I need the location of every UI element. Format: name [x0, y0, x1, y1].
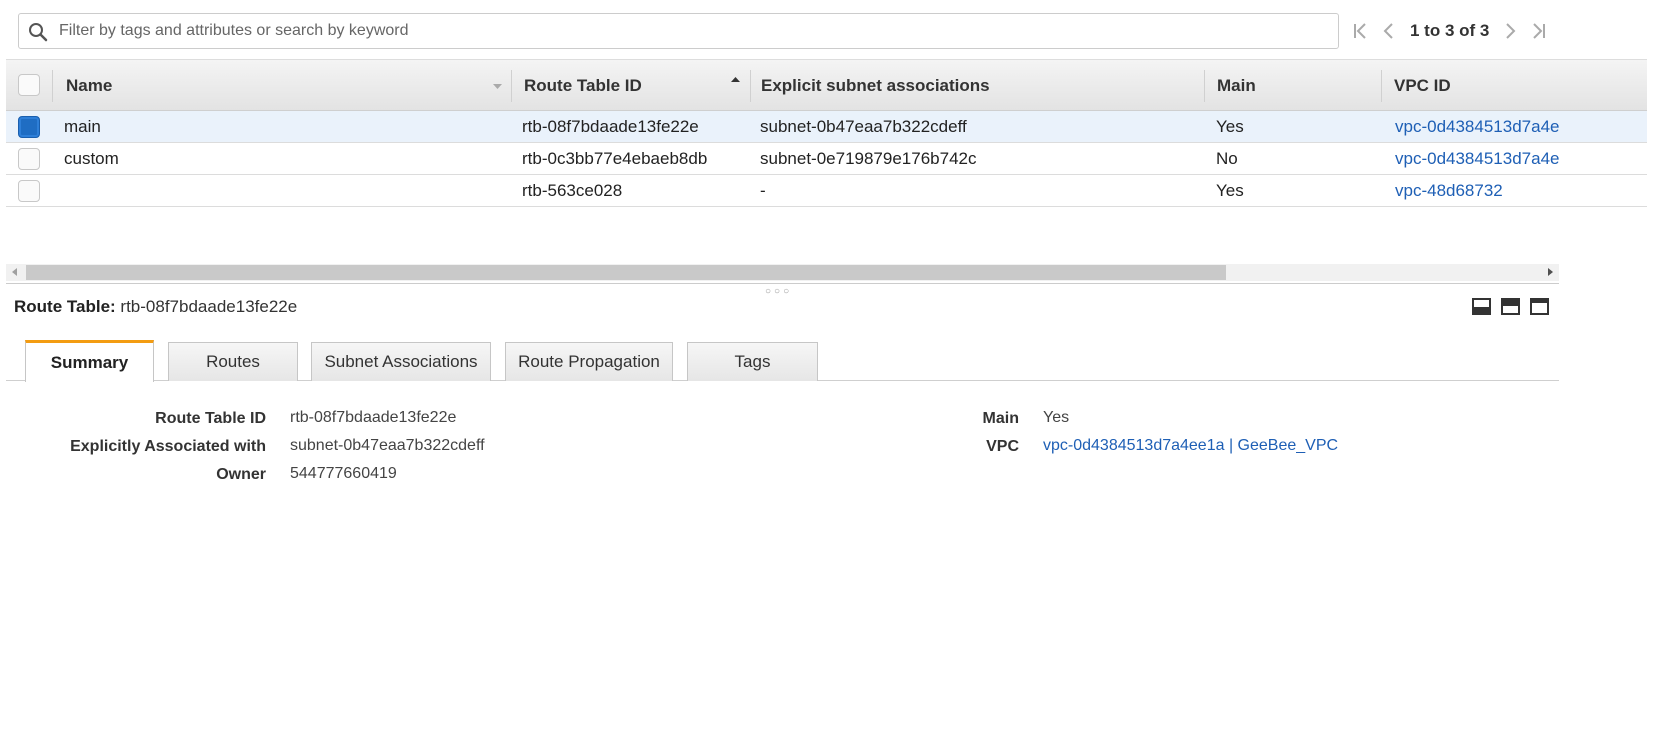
table-row[interactable]: main rtb-08f7bdaade13fe22e subnet-0b47ea…: [6, 111, 1647, 143]
tab-routes[interactable]: Routes: [168, 342, 298, 381]
summary-key: Explicitly Associated with: [70, 438, 266, 455]
cell-name: main: [64, 117, 101, 136]
search-box[interactable]: [18, 13, 1339, 49]
scroll-right-icon[interactable]: [1548, 268, 1553, 276]
column-header-vpc-id[interactable]: VPC ID: [1394, 60, 1451, 112]
search-input[interactable]: [59, 14, 1329, 48]
details-title-label: Route Table:: [14, 297, 116, 316]
prev-page-icon: [1383, 23, 1393, 39]
first-page-icon: [1354, 23, 1366, 39]
summary-vpc-link[interactable]: vpc-0d4384513d7a4ee1a | GeeBee_VPC: [1043, 437, 1338, 455]
last-page-button[interactable]: [1525, 17, 1553, 45]
last-page-icon: [1533, 23, 1546, 39]
summary-key: Owner: [216, 466, 266, 483]
row-checkbox[interactable]: [18, 116, 40, 138]
cell-vpc-id-link[interactable]: vpc-0d4384513d7a4ee1a: [1395, 143, 1559, 174]
next-page-button[interactable]: [1497, 17, 1525, 45]
cell-vpc-id-link[interactable]: vpc-48d68732: [1395, 175, 1503, 206]
cell-main: Yes: [1216, 117, 1244, 136]
cell-subnet-associations: subnet-0b47eaa7b322cdeff: [760, 117, 967, 136]
select-all-checkbox[interactable]: [18, 74, 40, 96]
tab-summary[interactable]: Summary: [25, 340, 154, 382]
cell-route-table-id: rtb-563ce028: [522, 181, 623, 200]
cell-main: Yes: [1216, 181, 1244, 200]
sort-desc-icon[interactable]: [493, 84, 502, 89]
cell-route-table-id: rtb-0c3bb77e4ebaeb8db: [522, 149, 708, 168]
summary-key: VPC: [986, 438, 1019, 455]
cell-subnet-associations: subnet-0e719879e176b742c: [760, 149, 977, 168]
cell-vpc-id-link[interactable]: vpc-0d4384513d7a4ee1a: [1395, 111, 1559, 142]
cell-route-table-id: rtb-08f7bdaade13fe22e: [522, 117, 699, 136]
tab-route-propagation[interactable]: Route Propagation: [505, 342, 673, 381]
prev-page-button[interactable]: [1374, 17, 1402, 45]
scrollbar-thumb[interactable]: [26, 265, 1226, 280]
details-tabs: Summary Routes Subnet Associations Route…: [6, 340, 1559, 382]
summary-value: subnet-0b47eaa7b322cdeff: [290, 437, 485, 454]
first-page-button[interactable]: [1346, 17, 1374, 45]
column-header-name[interactable]: Name: [66, 60, 112, 112]
cell-name: custom: [64, 149, 119, 168]
next-page-icon: [1506, 23, 1516, 39]
layout-bottom-icon[interactable]: [1472, 298, 1491, 315]
layout-split-icon[interactable]: [1501, 298, 1520, 315]
summary-value: 544777660419: [290, 465, 397, 482]
table-row[interactable]: rtb-563ce028 - Yes vpc-48d68732: [6, 175, 1647, 207]
table-toolbar: 1 to 3 of 3: [6, 8, 1647, 58]
table-header: Name Route Table ID Explicit subnet asso…: [6, 59, 1647, 111]
search-icon: [29, 23, 48, 42]
summary-key: Route Table ID: [155, 410, 266, 427]
route-tables-table: Name Route Table ID Explicit subnet asso…: [6, 59, 1647, 207]
sort-asc-icon[interactable]: [731, 77, 740, 82]
summary-value: Yes: [1043, 409, 1070, 426]
resize-grip-icon[interactable]: ○○○: [765, 286, 792, 297]
summary-key: Main: [982, 410, 1019, 427]
details-title-value: rtb-08f7bdaade13fe22e: [120, 297, 298, 316]
column-header-subnet-associations[interactable]: Explicit subnet associations: [761, 60, 990, 112]
cell-subnet-associations: -: [760, 181, 766, 200]
column-header-main[interactable]: Main: [1217, 60, 1256, 112]
panel-layout-controls: [1472, 298, 1549, 315]
horizontal-scrollbar[interactable]: [6, 264, 1559, 281]
table-row[interactable]: custom rtb-0c3bb77e4ebaeb8db subnet-0e71…: [6, 143, 1647, 175]
details-title: Route Table: rtb-08f7bdaade13fe22e: [14, 297, 297, 317]
scroll-left-icon[interactable]: [12, 268, 17, 276]
tab-tags[interactable]: Tags: [687, 342, 818, 381]
panel-splitter[interactable]: [6, 283, 1559, 284]
pagination-text: 1 to 3 of 3: [1410, 21, 1490, 40]
tab-subnet-associations[interactable]: Subnet Associations: [311, 342, 491, 381]
cell-main: No: [1216, 149, 1238, 168]
layout-top-icon[interactable]: [1530, 298, 1549, 315]
column-header-route-table-id[interactable]: Route Table ID: [524, 60, 642, 112]
row-checkbox[interactable]: [18, 148, 40, 170]
row-checkbox[interactable]: [18, 180, 40, 202]
summary-value: rtb-08f7bdaade13fe22e: [290, 409, 457, 426]
pagination: 1 to 3 of 3: [1346, 13, 1553, 49]
